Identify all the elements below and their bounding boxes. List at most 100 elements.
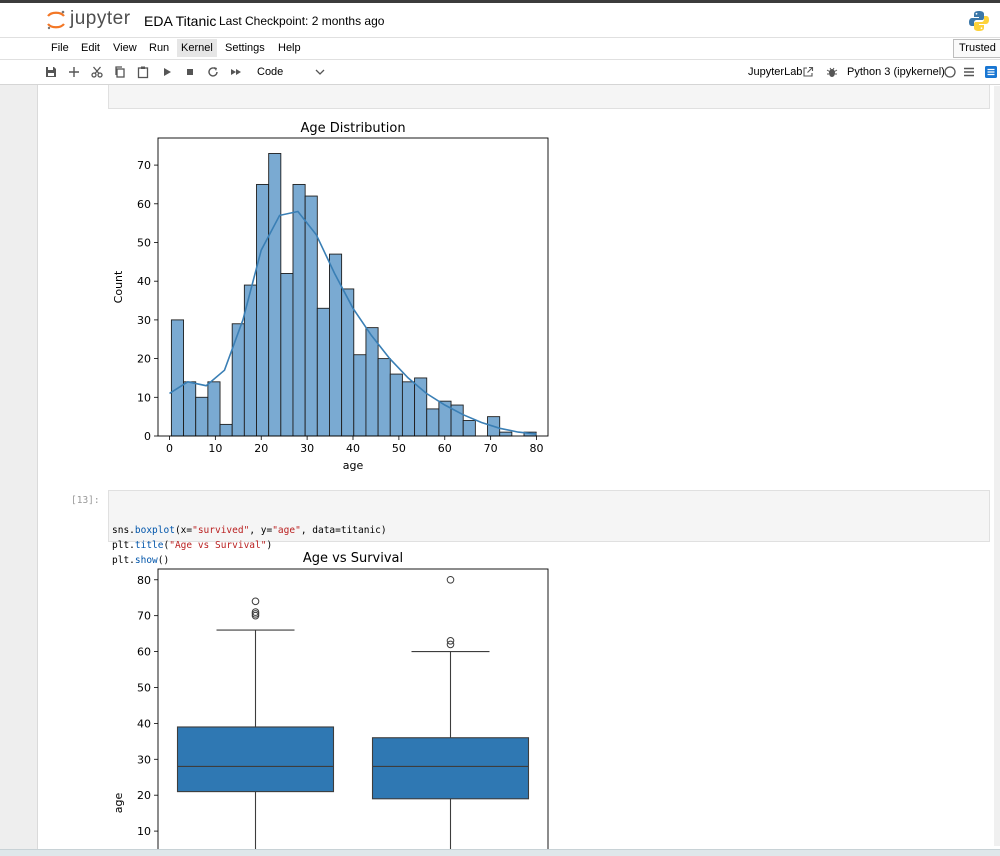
age-distribution-histogram: 0 10 20 30 40 50 60 70 80 0 10 20 30 40 50 60 70 Age Dist… <box>112 121 549 472</box>
histogram-bar <box>499 431 513 437</box>
cell-type-select[interactable]: Code <box>257 66 283 78</box>
code-line[interactable]: sns.boxplot(x="survived", y="age", data=… <box>112 523 986 538</box>
y-tick-label: 70 <box>137 159 151 172</box>
x-tick-label: 40 <box>346 442 360 455</box>
box <box>371 737 530 800</box>
add-cell-icon[interactable] <box>67 65 81 79</box>
y-tick-label: 80 <box>137 574 151 587</box>
notebook-title[interactable]: EDA Titanic <box>144 13 216 29</box>
histogram-bar <box>341 288 355 437</box>
menu-view[interactable]: View <box>112 42 138 54</box>
menu-edit[interactable]: Edit <box>80 42 101 54</box>
histogram-bar <box>280 273 294 437</box>
y-tick-label: 20 <box>137 353 151 366</box>
run-icon[interactable] <box>160 65 174 79</box>
open-jupyterlab-link[interactable]: JupyterLab <box>748 66 802 78</box>
menu-kernel[interactable]: Kernel <box>177 39 217 57</box>
y-tick-label: 0 <box>144 430 151 443</box>
y-tick-label: 50 <box>137 236 151 249</box>
restart-icon[interactable] <box>206 65 220 79</box>
x-tick-label: 50 <box>392 442 406 455</box>
chart-title: Age vs Survival <box>303 551 403 566</box>
y-tick-label: 10 <box>137 391 151 404</box>
histogram-bar <box>292 183 306 437</box>
code-cell[interactable]: sns.boxplot(x="survived", y="age", data=… <box>108 490 990 566</box>
notebook-toolbar: Code JupyterLab Python 3 (ipykernel) <box>0 60 1000 85</box>
histogram-bar <box>207 381 221 437</box>
histogram-bar <box>353 354 367 437</box>
y-tick-label: 30 <box>137 314 151 327</box>
save-icon[interactable] <box>44 65 58 79</box>
code-token: boxplot <box>134 525 175 536</box>
left-gutter <box>0 85 38 856</box>
histogram-bar <box>329 253 343 437</box>
code-token: , data=titanic) <box>300 525 387 536</box>
notebook-header: jupyter EDA Titanic Last Checkpoint: 2 m… <box>0 3 1000 37</box>
x-axis-label: age <box>343 459 364 472</box>
code-token: , y= <box>249 525 273 536</box>
menu-help[interactable]: Help <box>277 42 302 54</box>
external-link-icon[interactable] <box>802 66 814 78</box>
box <box>176 726 335 793</box>
jupyter-logo-icon[interactable] <box>45 9 67 31</box>
y-tick-label: 30 <box>137 753 151 766</box>
copy-icon[interactable] <box>113 65 127 79</box>
histogram-bar <box>170 319 185 437</box>
x-tick-label: 70 <box>484 442 498 455</box>
x-tick-label: 30 <box>300 442 314 455</box>
y-tick-label: 10 <box>137 825 151 838</box>
y-axis-label: Count <box>112 270 125 303</box>
y-tick-label: 60 <box>137 198 151 211</box>
x-tick-label: 20 <box>254 442 268 455</box>
histogram-bar <box>304 195 318 437</box>
histogram-bar <box>183 381 197 437</box>
jupyter-logo-text: jupyter <box>70 8 131 29</box>
y-tick-label: 40 <box>137 717 151 730</box>
fast-forward-icon[interactable] <box>229 65 243 79</box>
vertical-scrollbar[interactable] <box>994 86 1000 846</box>
outlier-point <box>446 575 455 584</box>
histogram-bar <box>377 358 391 437</box>
code-cell[interactable]: plt.title("Age Distribution")plt.show() <box>108 85 990 109</box>
y-axis-label: age <box>112 793 125 814</box>
stop-icon[interactable] <box>183 65 197 79</box>
histogram-bar <box>414 377 428 437</box>
age-vs-survival-boxplot: 10 20 30 40 50 60 70 80 Age vs Survival age <box>112 551 549 856</box>
histogram-bar <box>316 307 330 437</box>
menu-run[interactable]: Run <box>148 42 170 54</box>
histogram-bar <box>195 396 209 437</box>
code-token: "survived" <box>192 525 250 536</box>
x-tick-label: 60 <box>438 442 452 455</box>
cell-prompt: [13]: <box>71 495 100 506</box>
plot-frame <box>157 568 549 856</box>
menu-settings[interactable]: Settings <box>224 42 266 54</box>
y-tick-label: 70 <box>137 610 151 623</box>
menu-bar: File Edit View Run Kernel Settings Help … <box>0 37 1000 60</box>
kernel-name[interactable]: Python 3 (ipykernel) <box>847 66 945 78</box>
histogram-bar <box>365 327 379 437</box>
python-logo-icon <box>969 11 989 31</box>
chevron-down-icon[interactable] <box>315 68 325 76</box>
menu-file[interactable]: File <box>50 42 70 54</box>
last-checkpoint: Last Checkpoint: 2 months ago <box>219 14 385 28</box>
histogram-bar <box>268 153 282 437</box>
notebook-area[interactable]: plt.title("Age Distribution")plt.show() … <box>38 85 1000 856</box>
paste-icon[interactable] <box>136 65 150 79</box>
histogram-bar <box>462 420 476 437</box>
taskbar-strip <box>0 849 1000 856</box>
cut-icon[interactable] <box>90 65 104 79</box>
y-tick-label: 20 <box>137 789 151 802</box>
y-tick-label: 40 <box>137 275 151 288</box>
x-tick-label: 0 <box>166 442 173 455</box>
code-token: "age" <box>272 525 301 536</box>
trusted-indicator[interactable]: Trusted <box>953 39 1000 58</box>
table-of-contents-icon[interactable] <box>984 65 998 79</box>
menu-lines-icon[interactable] <box>962 65 976 79</box>
x-tick-label: 80 <box>530 442 544 455</box>
outlier-point <box>251 597 260 606</box>
y-tick-label: 60 <box>137 646 151 659</box>
histogram-bar <box>256 183 270 437</box>
bug-icon[interactable] <box>825 65 839 79</box>
code-token: sns. <box>112 525 135 536</box>
code-token: (x= <box>174 525 193 536</box>
